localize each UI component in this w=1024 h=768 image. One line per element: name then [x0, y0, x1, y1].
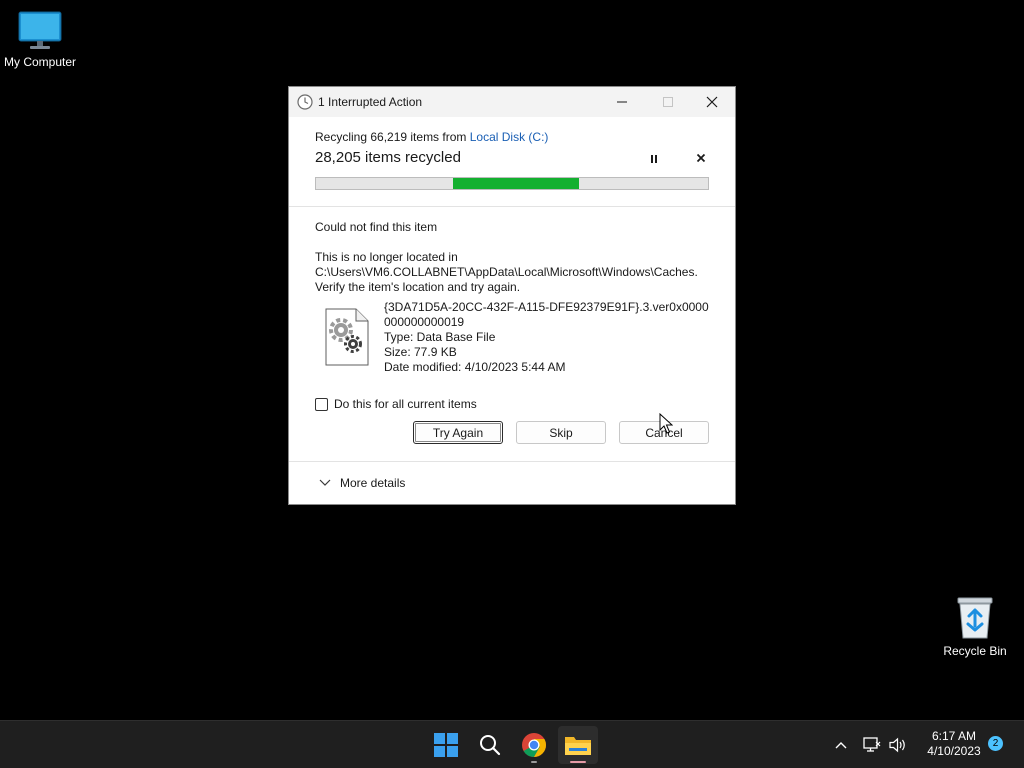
progress-bar-fill	[453, 178, 579, 189]
pause-button[interactable]	[648, 153, 660, 167]
network-icon	[863, 736, 881, 752]
start-icon	[434, 733, 458, 757]
minimize-icon	[617, 101, 627, 103]
close-button[interactable]	[689, 87, 735, 117]
volume-icon	[889, 737, 905, 752]
file-explorer-taskbar-button[interactable]	[558, 726, 598, 764]
mouse-cursor-icon	[659, 413, 673, 434]
try-again-button[interactable]: Try Again	[413, 421, 503, 444]
file-size: Size: 77.9 KB	[384, 345, 457, 359]
close-icon	[706, 96, 718, 108]
maximize-button	[645, 87, 691, 117]
source-link[interactable]: Local Disk (C:)	[470, 130, 549, 144]
file-type: Type: Data Base File	[384, 330, 496, 344]
notification-badge[interactable]: 2	[988, 736, 1003, 751]
active-indicator	[570, 761, 586, 763]
taskbar: 6:17 AM 4/10/2023	[0, 720, 1024, 768]
error-title: Could not find this item	[315, 220, 438, 234]
volume-button[interactable]	[886, 721, 910, 768]
file-modified: Date modified: 4/10/2023 5:44 AM	[384, 360, 566, 374]
skip-button[interactable]: Skip	[516, 421, 606, 444]
search-button[interactable]	[470, 726, 510, 764]
chevron-down-icon	[319, 479, 331, 486]
error-message: This is no longer located in C:\Users\VM…	[315, 250, 725, 295]
desktop-icon-label: Recycle Bin	[943, 644, 1007, 658]
minimize-button[interactable]	[599, 87, 645, 117]
items-recycled-count: 28,205 items recycled	[315, 149, 461, 166]
recycling-prefix: Recycling 66,219 items from	[315, 130, 470, 144]
more-details-label[interactable]: More details	[340, 476, 405, 490]
error-line: This is no longer located in	[315, 250, 458, 264]
desktop-icon-label: My Computer	[3, 55, 77, 69]
dialog-titlebar[interactable]: 1 Interrupted Action	[289, 87, 735, 117]
start-button[interactable]	[426, 726, 466, 764]
maximize-icon	[663, 97, 673, 107]
apply-to-all-label[interactable]: Do this for all current items	[334, 397, 477, 411]
apply-to-all-checkbox[interactable]	[315, 397, 328, 411]
divider	[289, 461, 735, 462]
error-path: C:\Users\VM6.COLLABNET\AppData\Local\Mic…	[315, 265, 698, 279]
recycling-status: Recycling 66,219 items from Local Disk (…	[315, 130, 548, 144]
show-hidden-icons-button[interactable]	[828, 721, 854, 768]
chrome-icon	[522, 733, 546, 757]
desktop-icon-my-computer[interactable]: My Computer	[0, 8, 80, 69]
monitor-icon	[18, 11, 62, 49]
file-name: {3DA71D5A-20CC-432F-A115-DFE92379E91F}.3…	[384, 300, 709, 329]
chevron-up-icon	[835, 741, 847, 748]
more-details-toggle[interactable]: More details	[319, 476, 405, 490]
clock-icon	[297, 94, 313, 113]
file-explorer-icon	[565, 737, 591, 755]
progress-panel: Recycling 66,219 items from Local Disk (…	[289, 117, 735, 206]
close-icon	[696, 153, 706, 163]
running-indicator	[531, 761, 537, 763]
error-line: Verify the item's location and try again…	[315, 280, 521, 294]
divider	[289, 206, 735, 207]
clock-date: 4/10/2023	[927, 744, 981, 758]
file-operation-dialog: 1 Interrupted Action Recycling 66,219 it…	[288, 86, 736, 505]
chrome-taskbar-button[interactable]	[514, 726, 554, 764]
network-button[interactable]	[860, 721, 884, 768]
apply-to-all-row[interactable]: Do this for all current items	[315, 397, 477, 411]
stop-button[interactable]	[694, 151, 708, 165]
recycle-bin-icon	[957, 597, 993, 639]
file-details: {3DA71D5A-20CC-432F-A115-DFE92379E91F}.3…	[384, 300, 714, 375]
progress-bar	[315, 177, 709, 190]
search-icon	[480, 735, 501, 756]
file-icon	[325, 308, 369, 369]
desktop-icon-recycle-bin[interactable]: Recycle Bin	[935, 596, 1015, 658]
clock-time: 6:17 AM	[931, 729, 977, 743]
dialog-title: 1 Interrupted Action	[318, 95, 423, 109]
taskbar-clock[interactable]: 6:17 AM 4/10/2023	[912, 729, 996, 759]
